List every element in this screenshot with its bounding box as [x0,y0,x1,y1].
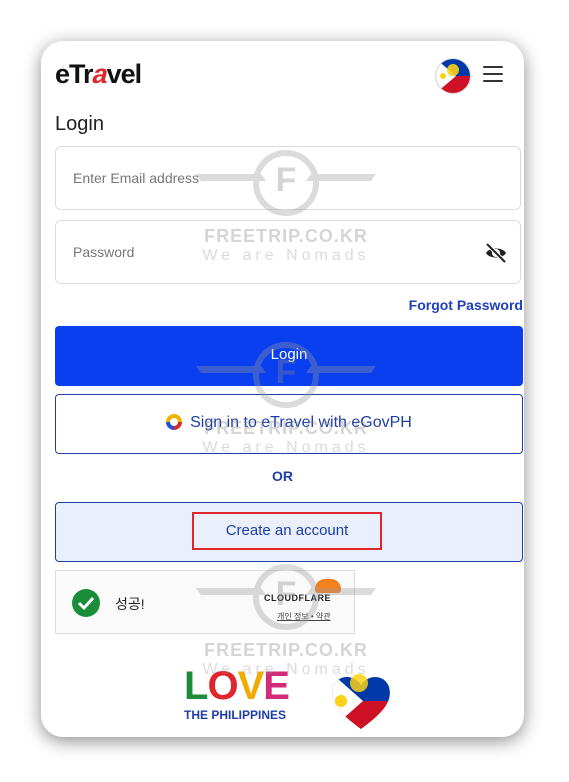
love-philippines-logo: LOVE THE PHILIPPINES [184,666,314,722]
egovph-icon [166,414,183,430]
cloudflare-cloud-icon [315,579,341,593]
forgot-password-link[interactable]: Forgot Password [409,297,523,313]
hamburger-menu-icon[interactable] [483,66,503,84]
mobile-frame: eTravel Login Forgot Password Login Sign… [41,41,524,737]
love-tagline: THE PHILIPPINES [184,708,287,722]
philippines-flag-icon[interactable] [435,58,471,94]
egov-signin-button[interactable]: Sign in to eTravel with eGovPH [55,394,523,454]
password-input[interactable] [71,243,475,261]
cloudflare-logo: CLOUDFLARE [264,593,331,603]
email-field[interactable] [55,146,521,210]
cloudflare-captcha[interactable]: 성공! CLOUDFLARE 개인 정보 • 약관 [55,570,355,634]
egov-signin-label: Sign in to eTravel with eGovPH [190,414,412,431]
checkmark-icon [72,589,100,617]
password-field[interactable] [55,220,521,284]
love-word: LOVE [184,664,290,708]
eye-off-icon[interactable] [484,241,508,265]
create-account-button[interactable]: Create an account [55,502,523,562]
etravel-logo[interactable]: eTravel [55,59,142,90]
captcha-links[interactable]: 개인 정보 • 약관 [277,611,331,622]
email-input[interactable] [71,169,475,187]
page-title: Login [55,113,104,135]
login-button[interactable]: Login [55,326,523,386]
captcha-status: 성공! [115,596,145,612]
create-account-label: Create an account [192,512,382,550]
or-divider: OR [272,468,293,484]
philippines-heart-icon [332,674,390,729]
